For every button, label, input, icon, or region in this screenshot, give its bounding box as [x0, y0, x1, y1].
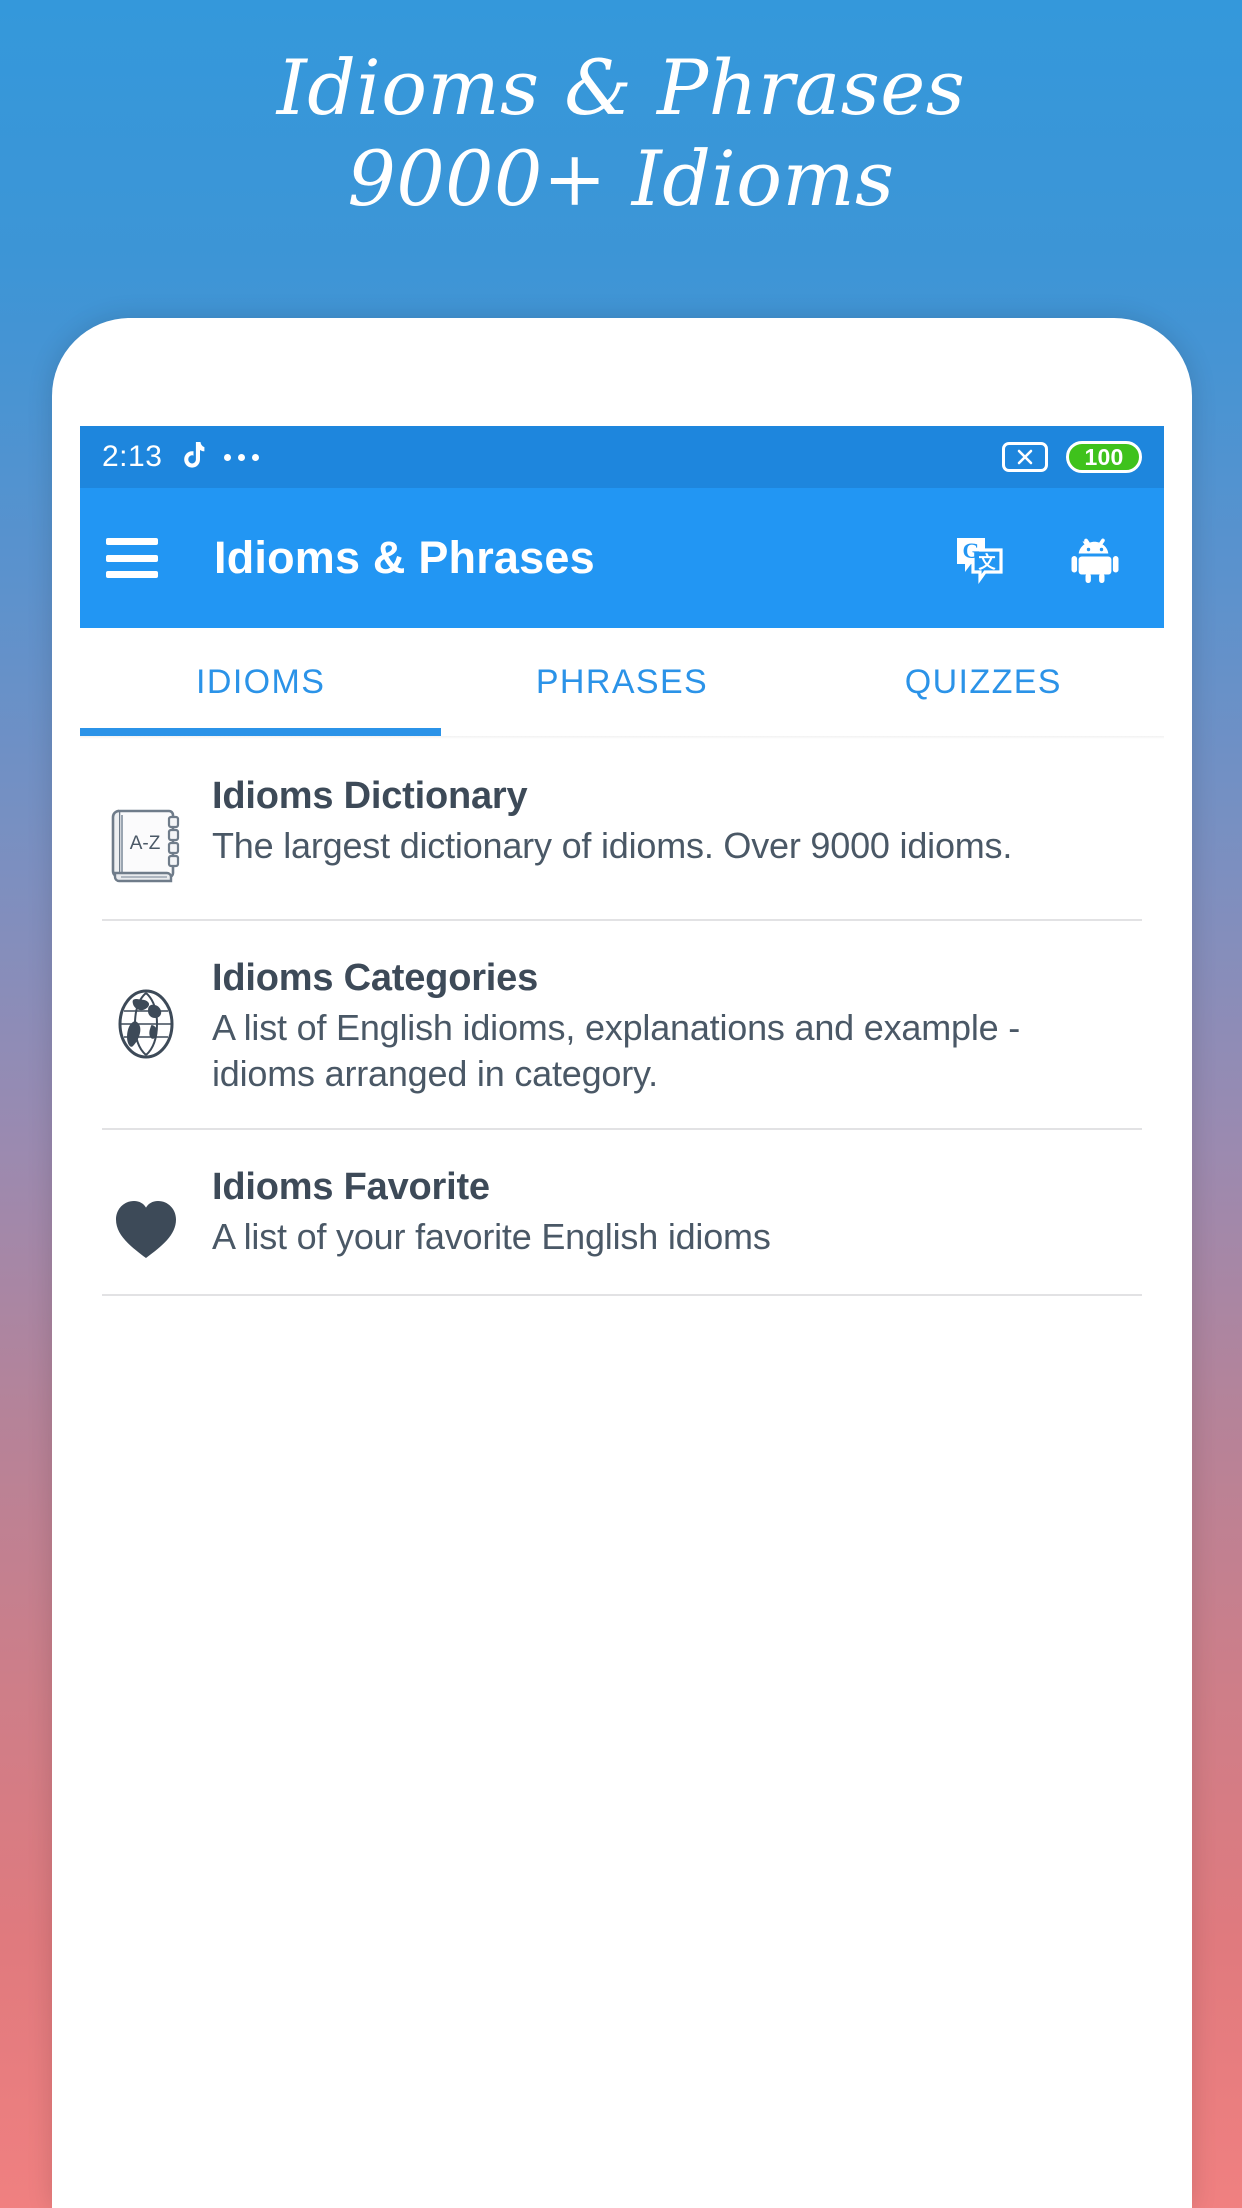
dictionary-book-az-icon: A-Z [80, 773, 212, 889]
list-item-subtitle: The largest dictionary of idioms. Over 9… [212, 825, 1013, 867]
list-item-title: Idioms Dictionary [212, 775, 528, 817]
heart-icon [80, 1164, 212, 1264]
app-bar-actions: G 文 [948, 527, 1138, 589]
promo-line-1: Idioms & Phrases [276, 43, 966, 132]
phone-frame: 2:13 100 Idioms & Phrases G 文 IDIOMS PHR… [52, 318, 1192, 2208]
list-divider [101, 1293, 1143, 1296]
tab-bar: IDIOMS PHRASES QUIZZES [80, 628, 1164, 736]
tab-phrases[interactable]: PHRASES [441, 628, 802, 736]
list-item-title: Idioms Categories [212, 957, 539, 999]
google-translate-icon[interactable]: G 文 [948, 527, 1010, 589]
no-sim-icon [1002, 442, 1048, 472]
promo-line-2: 9000+ Idioms [347, 133, 895, 223]
hamburger-menu-icon[interactable] [106, 538, 158, 578]
tab-quizzes[interactable]: QUIZZES [803, 628, 1164, 736]
list-item-body: Idioms Categories A list of English idio… [212, 955, 1164, 1098]
list-item[interactable]: Idioms Categories A list of English idio… [80, 921, 1164, 1128]
page-title: Idioms & Phrases [214, 532, 595, 583]
globe-icon [80, 955, 212, 1063]
promo-headline: Idioms & Phrases 9000+ Idioms [0, 0, 1242, 290]
tab-active-indicator [80, 728, 442, 736]
svg-text:文: 文 [979, 552, 997, 573]
status-bar-left: 2:13 [102, 440, 260, 474]
status-bar: 2:13 100 [80, 426, 1164, 488]
android-robot-icon[interactable] [1064, 527, 1126, 589]
dictionary-icon-label: A-Z [130, 833, 161, 854]
status-time: 2:13 [102, 440, 163, 473]
status-bar-right: 100 [1002, 441, 1142, 473]
list-item-body: Idioms Favorite A list of your favorite … [212, 1164, 811, 1260]
idioms-list: A-Z Idioms Dictionary The largest dictio… [80, 739, 1164, 1296]
app-bar: Idioms & Phrases G 文 [80, 488, 1164, 628]
svg-text:G: G [962, 538, 979, 563]
tiktok-note-icon [180, 442, 206, 472]
battery-level-text: 100 [1084, 443, 1124, 470]
more-dots-icon [224, 453, 260, 461]
list-item-title: Idioms Favorite [212, 1165, 490, 1208]
battery-indicator: 100 [1066, 441, 1142, 473]
list-item[interactable]: A-Z Idioms Dictionary The largest dictio… [80, 739, 1164, 919]
list-item[interactable]: Idioms Favorite A list of your favorite … [80, 1130, 1164, 1294]
list-item-subtitle: A list of your favorite English idioms [212, 1215, 771, 1257]
phone-screen: 2:13 100 Idioms & Phrases G 文 IDIOMS PHR… [80, 426, 1164, 2208]
tab-idioms[interactable]: IDIOMS [80, 628, 441, 736]
list-item-subtitle: A list of English idioms, explanations a… [212, 1007, 1021, 1095]
list-item-body: Idioms Dictionary The largest dictionary… [212, 773, 1052, 869]
